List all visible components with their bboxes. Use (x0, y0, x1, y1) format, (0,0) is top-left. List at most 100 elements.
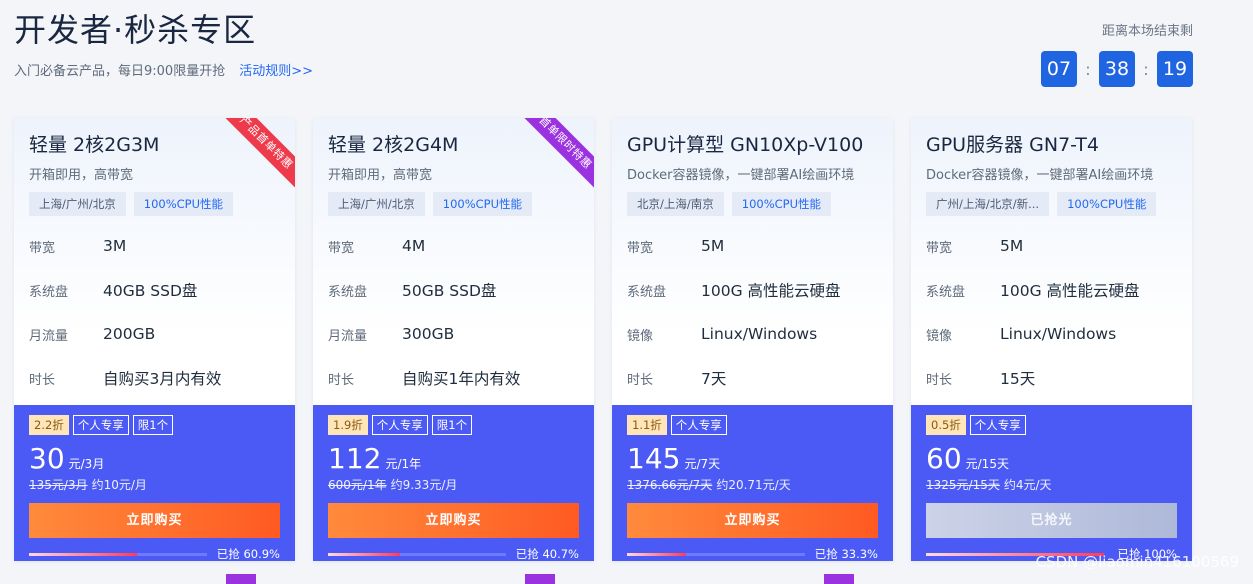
approx-price: 约20.71元/天 (716, 478, 791, 492)
original-price-line: 1376.66元/7天 约20.71元/天 (627, 476, 878, 493)
sold-out-button[interactable]: 已抢光 (926, 503, 1177, 538)
spec-key: 月流量 (328, 328, 368, 344)
spec-key: 时长 (328, 372, 355, 388)
watermark-text: CSDN @liaomin416100569 (1035, 553, 1239, 571)
spec-value: 7天 (701, 370, 727, 388)
original-price: 1376.66元/7天 (627, 478, 713, 492)
spec-key: 系统盘 (328, 284, 368, 300)
price-unit: 元/7天 (684, 457, 721, 471)
spec-row: 系统盘 50GB SSD盘 (328, 268, 579, 312)
tag-list: 北京/上海/南京 100%CPU性能 (627, 192, 878, 216)
discount-badge: 2.2折 (29, 415, 69, 435)
spec-key: 带宽 (926, 240, 953, 256)
spec-key: 系统盘 (627, 284, 667, 300)
badge-list: 1.9折 个人专享 限1个 (328, 415, 579, 435)
countdown-timer: 距离本场结束剩 07 : 38 : 19 (1033, 20, 1193, 87)
tag-list: 上海/广州/北京 100%CPU性能 (328, 192, 579, 216)
countdown-boxes: 07 : 38 : 19 (1033, 51, 1193, 87)
next-row-ribbon-peek (226, 574, 256, 584)
progress-bar (29, 552, 207, 556)
product-name: GPU计算型 GN10Xp-V100 (627, 134, 864, 156)
region-tag: 广州/上海/北京/新... (926, 192, 1050, 216)
product-desc: 开箱即用，高带宽 (328, 168, 433, 183)
product-desc: 开箱即用，高带宽 (29, 168, 134, 183)
product-card: GPU计算型 GN10Xp-V100 Docker容器镜像，一键部署AI绘画环境… (612, 118, 893, 561)
personal-badge: 个人专享 (72, 415, 129, 435)
spec-row: 带宽 4M (328, 224, 579, 268)
countdown-separator: : (1143, 59, 1149, 79)
spec-value: 自购买3月内有效 (103, 370, 222, 388)
progress-fill (627, 552, 687, 556)
spec-row: 带宽 5M (627, 224, 878, 268)
spec-value: 100G 高性能云硬盘 (701, 282, 841, 300)
discount-badge: 1.1折 (627, 415, 667, 435)
spec-key: 时长 (627, 372, 654, 388)
product-desc: Docker容器镜像，一键部署AI绘画环境 (627, 168, 855, 183)
card-info: GPU计算型 GN10Xp-V100 Docker容器镜像，一键部署AI绘画环境… (612, 118, 893, 405)
spec-value: 300GB (402, 325, 455, 343)
next-row-ribbon-peek (525, 574, 555, 584)
spec-key: 时长 (926, 372, 953, 388)
spec-value: 200GB (103, 325, 156, 343)
buy-now-button[interactable]: 立即购买 (29, 503, 280, 538)
countdown-hours: 07 (1041, 51, 1077, 87)
countdown-minutes: 38 (1099, 51, 1135, 87)
approx-price: 约4元/天 (1003, 478, 1052, 492)
price: 145 (627, 442, 681, 475)
spec-row: 时长 7天 (627, 356, 878, 400)
original-price-line: 135元/3月 约10元/月 (29, 476, 280, 493)
progress-row: 已抢 40.7% (328, 546, 579, 561)
original-price-line: 1325元/15天 约4元/天 (926, 476, 1177, 493)
spec-row: 时长 15天 (926, 356, 1177, 400)
spec-value: 50GB SSD盘 (402, 282, 497, 300)
price-unit: 元/15天 (965, 457, 1009, 471)
progress-fill (328, 552, 401, 556)
countdown-seconds: 19 (1157, 51, 1193, 87)
buy-now-button[interactable]: 立即购买 (328, 503, 579, 538)
approx-price: 约10元/月 (91, 478, 147, 492)
price: 60 (926, 442, 962, 475)
discount-badge: 1.9折 (328, 415, 368, 435)
badge-list: 2.2折 个人专享 限1个 (29, 415, 280, 435)
countdown-separator: : (1085, 59, 1091, 79)
spec-value: 5M (701, 237, 725, 255)
personal-badge: 个人专享 (670, 415, 727, 435)
progress-bar (627, 552, 805, 556)
spec-key: 带宽 (29, 240, 56, 256)
spec-list: 带宽 3M 系统盘 40GB SSD盘 月流量 200GB 时长 自购买3月内有效 (29, 224, 280, 400)
spec-value: 自购买1年内有效 (402, 370, 521, 388)
progress-text: 已抢 60.9% (216, 547, 280, 561)
card-info: 轻量 2核2G4M 开箱即用，高带宽 上海/广州/北京 100%CPU性能 带宽… (313, 118, 594, 405)
next-row-ribbon-peek (824, 574, 854, 584)
cpu-tag: 100%CPU性能 (1057, 192, 1157, 216)
card-info: GPU服务器 GN7-T4 Docker容器镜像，一键部署AI绘画环境 广州/上… (911, 118, 1192, 405)
spec-row: 系统盘 40GB SSD盘 (29, 268, 280, 312)
tag-list: 广州/上海/北京/新... 100%CPU性能 (926, 192, 1177, 216)
spec-list: 带宽 5M 系统盘 100G 高性能云硬盘 镜像 Linux/Windows 时长 15… (926, 224, 1177, 400)
limit-badge: 限1个 (132, 415, 174, 435)
cpu-tag: 100%CPU性能 (432, 192, 533, 216)
badge-list: 1.1折 个人专享 (627, 415, 878, 435)
spec-value: 100G 高性能云硬盘 (1000, 282, 1140, 300)
spec-value: Linux/Windows (1000, 325, 1117, 343)
spec-key: 时长 (29, 372, 56, 388)
region-tag: 上海/广州/北京 (328, 192, 425, 216)
page-title: 开发者·秒杀专区 (14, 11, 257, 49)
card-purchase: 1.1折 个人专享 145 元/7天 1376.66元/7天 约20.71元/天 立… (612, 405, 893, 561)
original-price-line: 600元/1年 约9.33元/月 (328, 476, 579, 493)
spec-key: 月流量 (29, 328, 69, 344)
activity-rules-link[interactable]: 活动规则>> (239, 64, 313, 79)
price-line: 30 元/3月 (29, 442, 280, 475)
spec-row: 带宽 3M (29, 224, 280, 268)
product-card: GPU服务器 GN7-T4 Docker容器镜像，一键部署AI绘画环境 广州/上… (911, 118, 1192, 561)
price-unit: 元/3月 (68, 457, 105, 471)
spec-value: 15天 (1000, 370, 1036, 388)
spec-key: 镜像 (627, 328, 654, 344)
buy-now-button[interactable]: 立即购买 (627, 503, 878, 538)
card-purchase: 1.9折 个人专享 限1个 112 元/1年 600元/1年 约9.33元/月 立即… (313, 405, 594, 561)
price-line: 60 元/15天 (926, 442, 1177, 475)
spec-value: 4M (402, 237, 426, 255)
spec-value: Linux/Windows (701, 325, 818, 343)
progress-row: 已抢 33.3% (627, 546, 878, 561)
limit-badge: 限1个 (431, 415, 473, 435)
